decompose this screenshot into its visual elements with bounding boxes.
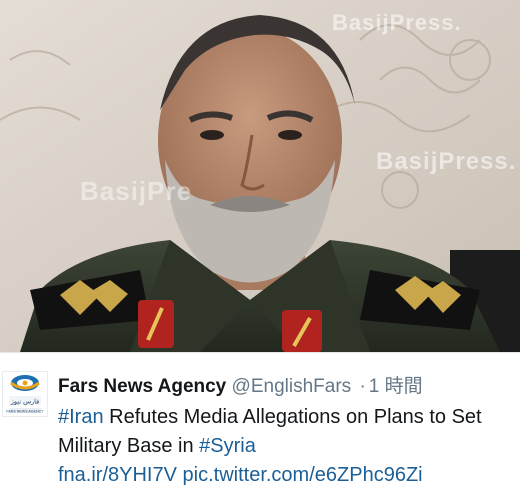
- photo-watermark-top: BasijPress.: [332, 10, 462, 35]
- article-short-link[interactable]: fna.ir/8YHI7V: [58, 464, 177, 486]
- author-display-name[interactable]: Fars News Agency: [58, 376, 226, 397]
- pic-twitter-link[interactable]: pic.twitter.com/e6ZPhc96Zi: [183, 464, 423, 486]
- author-handle[interactable]: @EnglishFars: [232, 376, 352, 397]
- avatar-subcaption: FARS NEWS AGENCY: [6, 410, 44, 414]
- tweet-text: #Iran Refutes Media Allegations on Plans…: [58, 403, 518, 490]
- header-separator: ·: [359, 376, 366, 397]
- fars-news-logo-icon: فارس نیوز FARS NEWS AGENCY: [3, 372, 47, 416]
- photo-illustration: [0, 0, 520, 352]
- tweet-card: فارس نیوز FARS NEWS AGENCY Fars News Age…: [0, 352, 520, 494]
- avatar-caption: فارس نیوز: [10, 398, 40, 406]
- tweet-body-text: Refutes Media Allegations on Plans to Se…: [58, 406, 482, 457]
- hashtag-syria-link[interactable]: #Syria: [199, 435, 256, 457]
- photo-watermark-left: BasijPre: [80, 176, 193, 206]
- photo-watermark-middle: BasijPress.: [376, 148, 517, 175]
- tweet-timestamp[interactable]: 1 時間: [369, 376, 423, 397]
- hashtag-iran-link[interactable]: #Iran: [58, 406, 104, 428]
- tweet-header: Fars News Agency @EnglishFars · 1 時間: [58, 375, 423, 399]
- tweet-photo[interactable]: BasijPress. BasijPress. BasijPre: [0, 0, 520, 352]
- profile-avatar[interactable]: فارس نیوز FARS NEWS AGENCY: [2, 371, 48, 417]
